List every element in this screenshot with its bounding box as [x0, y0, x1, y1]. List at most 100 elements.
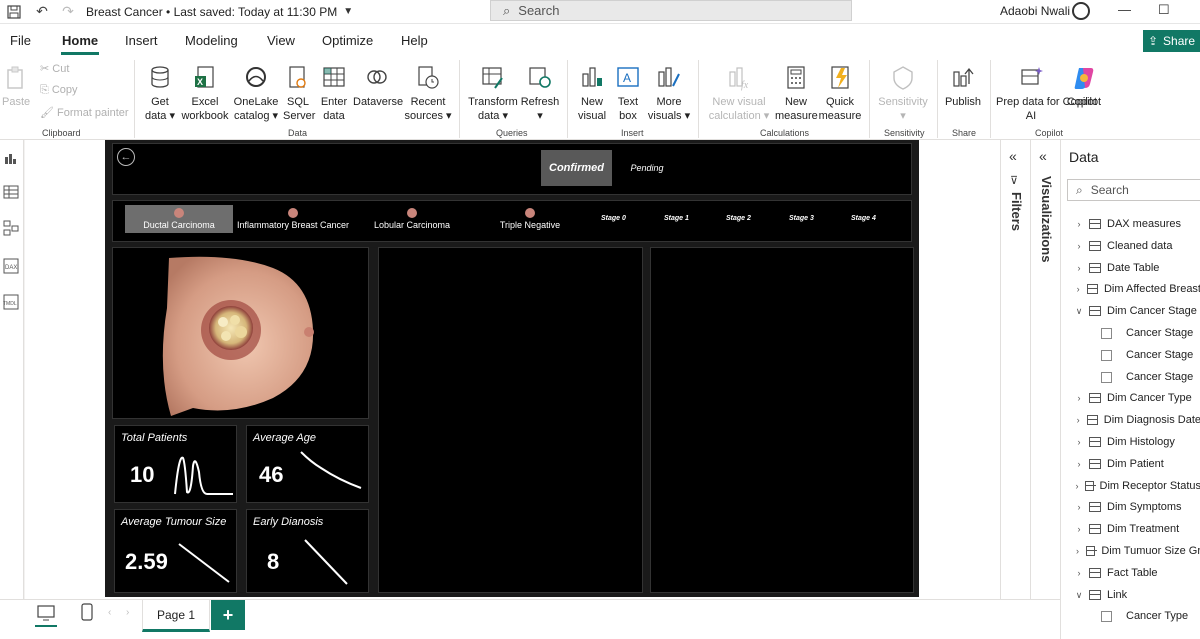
kpi-card-average-age[interactable]: Average Age 46 — [246, 425, 369, 503]
chevron-right-icon[interactable]: › — [1073, 263, 1085, 273]
stage-3-button[interactable]: Stage 3 — [789, 215, 814, 222]
tree-table-row[interactable]: › Dim Histology — [1061, 432, 1200, 452]
minimize-icon[interactable]: — — [1118, 2, 1131, 17]
new-visual-calculation-button[interactable]: fx New visual calculation ▾ — [706, 64, 772, 123]
tree-table-row[interactable]: › Dim Tumuor Size Gr — [1061, 541, 1200, 561]
tree-table-row[interactable]: › Dim Diagnosis Date — [1061, 410, 1200, 430]
visual-placeholder-right[interactable] — [650, 247, 914, 593]
tree-table-row[interactable]: ∨ Link — [1061, 585, 1200, 605]
chevron-right-icon[interactable]: › — [1073, 393, 1085, 403]
dataverse-button[interactable]: Dataverse — [353, 64, 403, 109]
redo-icon[interactable]: ↷ — [58, 2, 78, 22]
field-checkbox[interactable] — [1101, 610, 1112, 622]
menu-optimize[interactable]: Optimize — [322, 33, 373, 48]
tree-field-row[interactable]: Cancer Stage — [1061, 367, 1200, 387]
tree-table-row[interactable]: › Dim Cancer Type — [1061, 388, 1200, 408]
cancer-type-ductal[interactable]: Ductal Carcinoma — [125, 205, 233, 233]
visualizations-pane[interactable]: « Visualizations — [1030, 140, 1060, 599]
chevron-right-icon[interactable]: › — [1073, 459, 1085, 469]
tmdl-view-icon[interactable]: TMDL — [3, 294, 19, 310]
kpi-card-total-patients[interactable]: Total Patients 10 — [114, 425, 237, 503]
paste-button[interactable]: Paste — [2, 64, 30, 109]
stage-1-button[interactable]: Stage 1 — [664, 215, 689, 222]
page-prev-icon[interactable]: ‹ — [108, 607, 111, 618]
publish-button[interactable]: Publish — [944, 64, 982, 109]
status-confirmed-button[interactable]: Confirmed — [541, 150, 612, 186]
new-visual-button[interactable]: New visual — [575, 64, 609, 123]
field-checkbox[interactable] — [1101, 349, 1112, 361]
tree-table-row[interactable]: › Dim Symptoms — [1061, 497, 1200, 517]
menu-modeling[interactable]: Modeling — [185, 33, 238, 48]
chevron-right-icon[interactable]: › — [1073, 568, 1085, 578]
save-icon[interactable] — [4, 2, 24, 22]
kpi-card-average-tumour-size[interactable]: Average Tumour Size 2.59 — [114, 509, 237, 593]
cancer-type-inflammatory[interactable]: Inflammatory Breast Cancer — [237, 205, 349, 233]
maximize-icon[interactable]: ☐ — [1158, 2, 1170, 18]
get-data-button[interactable]: Get data ▾ — [144, 64, 176, 123]
undo-icon[interactable]: ↶ — [32, 2, 52, 22]
cancer-type-lobular[interactable]: Lobular Carcinoma — [365, 205, 459, 233]
tree-field-row[interactable]: Cancer Stage — [1061, 323, 1200, 343]
cut-button[interactable]: ✂ Cut — [40, 62, 69, 75]
menu-insert[interactable]: Insert — [125, 33, 158, 48]
menu-view[interactable]: View — [267, 33, 295, 48]
tree-table-row[interactable]: › Dim Receptor Status — [1061, 476, 1200, 496]
cancer-type-triple-negative[interactable]: Triple Negative — [487, 205, 573, 233]
onelake-catalog-button[interactable]: OneLake catalog ▾ — [233, 64, 279, 123]
field-checkbox[interactable] — [1101, 327, 1112, 339]
tree-field-row[interactable]: Cancer Type — [1061, 606, 1200, 626]
chevron-right-icon[interactable]: › — [1073, 481, 1081, 491]
chevron-right-icon[interactable]: › — [1073, 437, 1085, 447]
table-view-icon[interactable] — [3, 184, 19, 200]
global-search[interactable]: ⌕ Search — [490, 0, 852, 21]
excel-workbook-button[interactable]: X Excel workbook — [181, 64, 229, 123]
field-checkbox[interactable] — [1101, 371, 1112, 383]
copy-button[interactable]: ⎘ Copy — [40, 84, 78, 97]
visual-placeholder-center[interactable] — [378, 247, 643, 593]
page-tab-1[interactable]: Page 1 — [142, 600, 210, 632]
more-visuals-button[interactable]: More visuals ▾ — [647, 64, 691, 123]
chevron-right-icon[interactable]: › — [1073, 241, 1085, 251]
dax-query-view-icon[interactable]: DAX — [3, 258, 19, 274]
enter-data-button[interactable]: Enter data — [318, 64, 350, 123]
stage-0-button[interactable]: Stage 0 — [601, 215, 626, 222]
kpi-card-early-diagnosis[interactable]: Early Dianosis 8 — [246, 509, 369, 593]
chevron-right-icon[interactable]: › — [1073, 415, 1083, 425]
chevron-down-icon[interactable]: ∨ — [1073, 590, 1085, 601]
data-search-input[interactable]: ⌕ Search — [1067, 179, 1200, 201]
page-next-icon[interactable]: › — [126, 607, 129, 618]
refresh-button[interactable]: Refresh ▾ — [520, 64, 560, 123]
stage-2-button[interactable]: Stage 2 — [726, 215, 751, 222]
tree-field-row[interactable]: Cancer Stage — [1061, 345, 1200, 365]
tree-table-row[interactable]: › DAX measures — [1061, 214, 1200, 234]
chevron-right-icon[interactable]: › — [1073, 524, 1085, 534]
model-view-icon[interactable] — [3, 220, 19, 236]
chevron-right-icon[interactable]: › — [1073, 546, 1082, 556]
quick-measure-button[interactable]: Quick measure — [818, 64, 862, 123]
chevron-down-icon[interactable]: ∨ — [1073, 306, 1085, 317]
chevron-right-icon[interactable]: › — [1073, 219, 1085, 229]
text-box-button[interactable]: A Text box — [613, 64, 643, 123]
stage-4-button[interactable]: Stage 4 — [851, 215, 876, 222]
sensitivity-button[interactable]: Sensitivity ▾ — [876, 64, 930, 123]
expand-visualizations-icon[interactable]: « — [1039, 148, 1047, 164]
expand-filters-icon[interactable]: « — [1009, 148, 1017, 164]
menu-home[interactable]: Home — [62, 33, 98, 48]
chevron-right-icon[interactable]: › — [1073, 284, 1083, 294]
tree-table-row[interactable]: › Dim Affected Breast — [1061, 279, 1200, 299]
filters-pane[interactable]: « ⊽ Filters — [1000, 140, 1030, 599]
tree-table-row[interactable]: ∨ Dim Cancer Stage — [1061, 301, 1200, 321]
tree-table-row[interactable]: › Fact Table — [1061, 563, 1200, 583]
tree-table-row[interactable]: › Date Table — [1061, 258, 1200, 278]
tree-table-row[interactable]: › Dim Treatment — [1061, 519, 1200, 539]
tree-table-row[interactable]: › Dim Patient — [1061, 454, 1200, 474]
copilot-button[interactable]: Copilot — [1064, 64, 1104, 109]
menu-file[interactable]: File — [10, 33, 31, 48]
title-dropdown-icon[interactable]: ▼ — [343, 6, 353, 17]
menu-help[interactable]: Help — [401, 33, 428, 48]
sql-server-button[interactable]: SQL Server — [283, 64, 315, 123]
tree-table-row[interactable]: › Cleaned data — [1061, 236, 1200, 256]
recent-sources-button[interactable]: Recent sources ▾ — [404, 64, 452, 123]
share-button[interactable]: ⇪ Share — [1143, 30, 1200, 52]
add-page-button[interactable]: + — [211, 600, 245, 630]
